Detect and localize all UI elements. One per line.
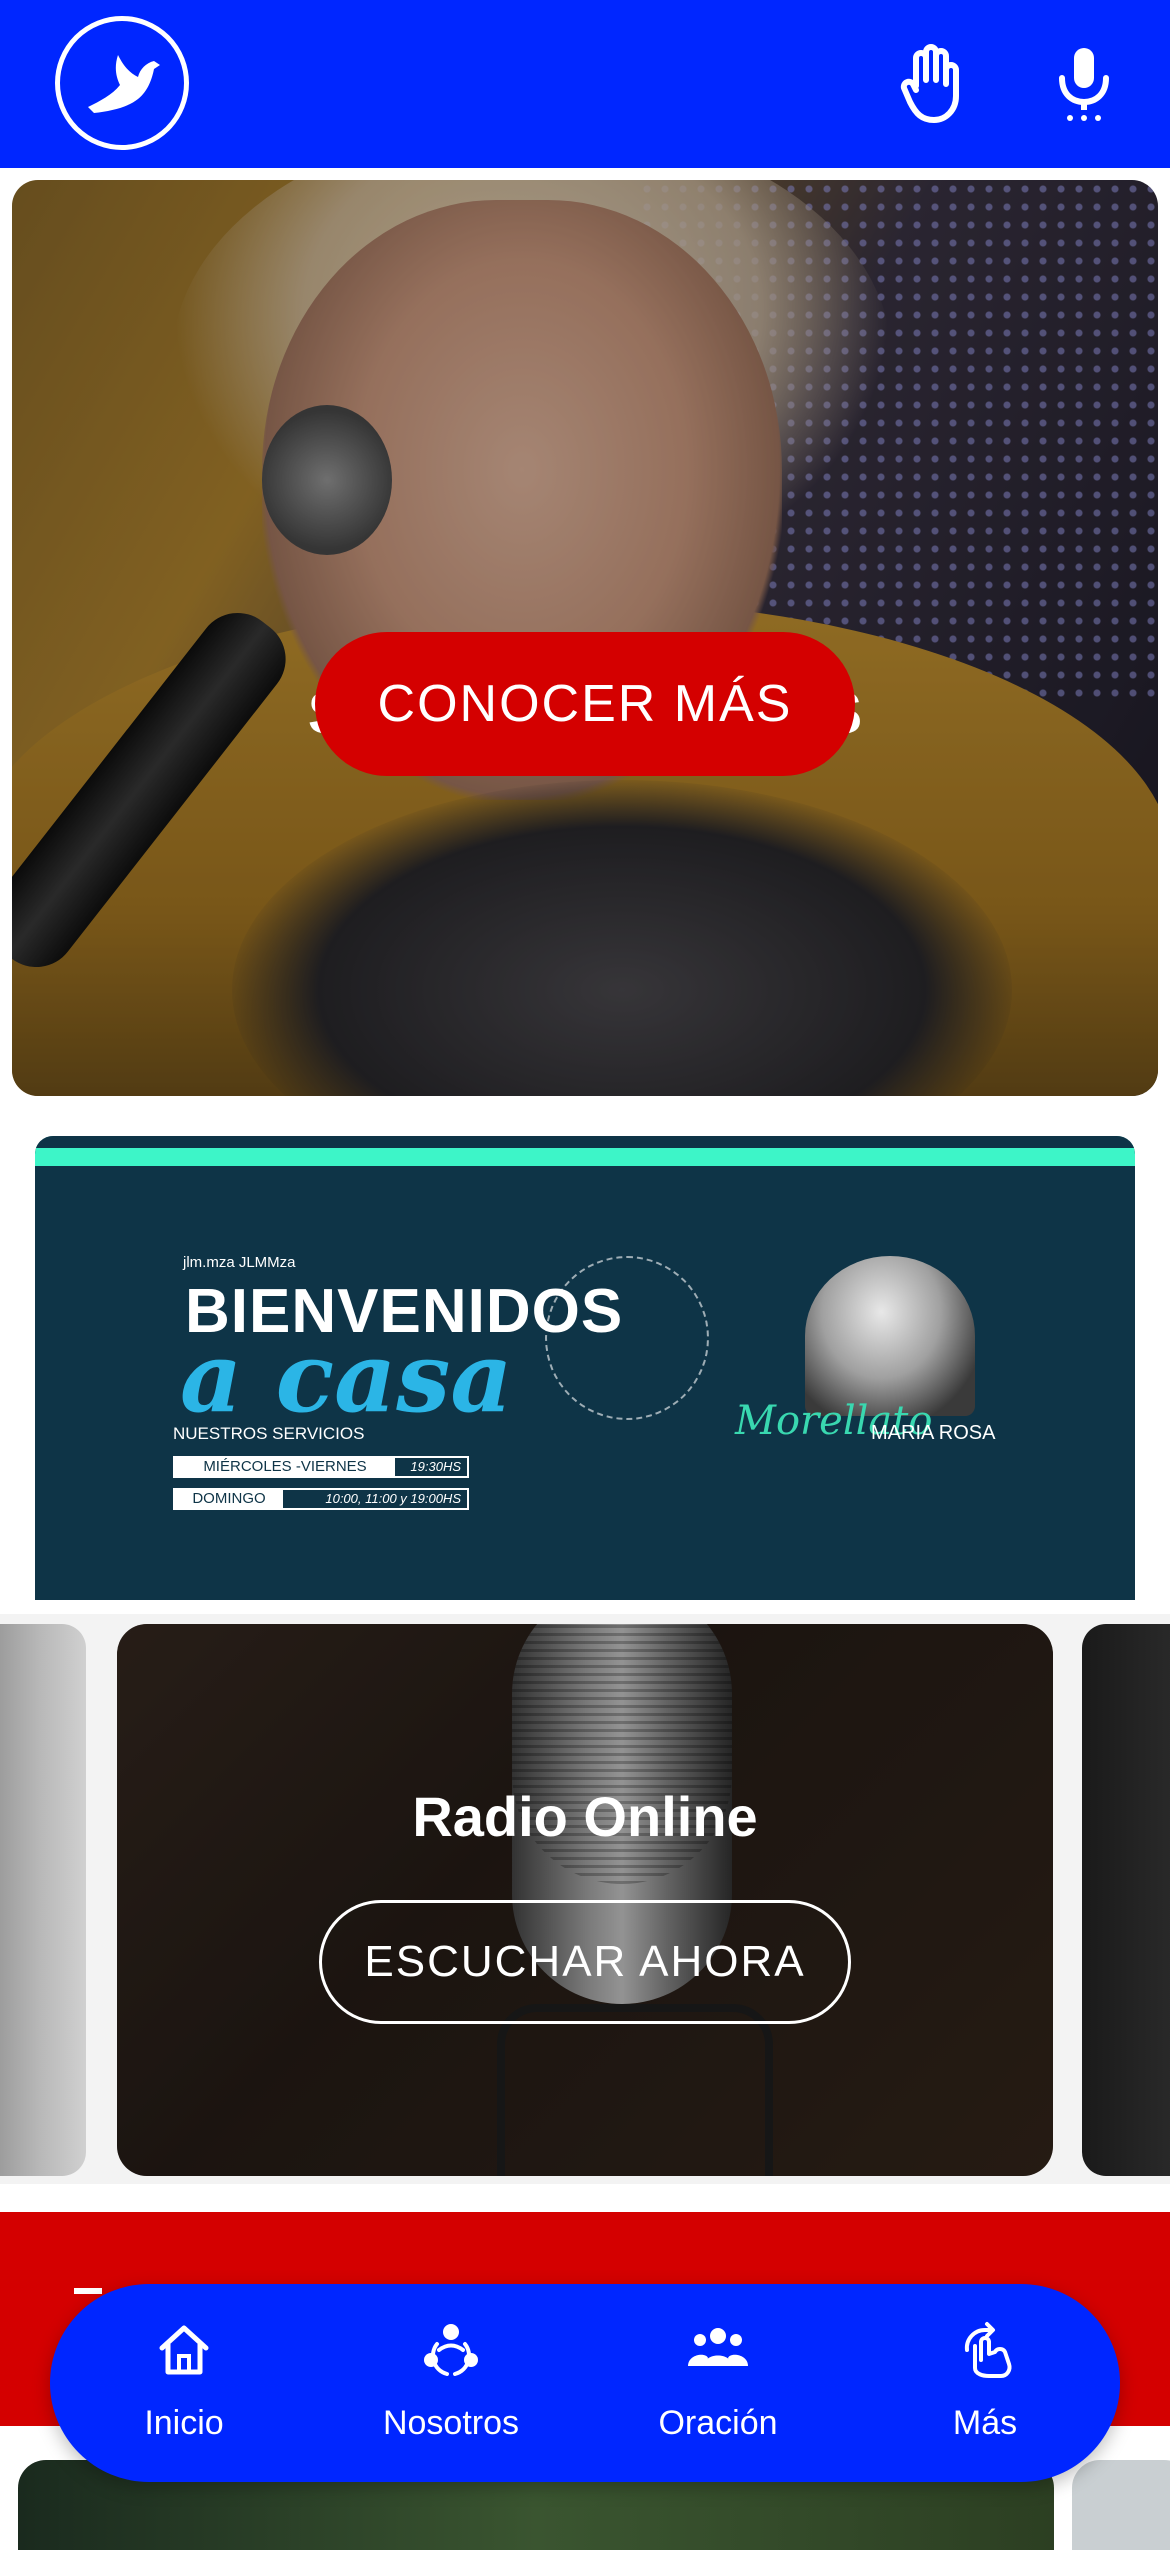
- service-time: 19:30HS: [410, 1459, 461, 1474]
- bottom-navigation: Inicio Nosotros Oración Más: [50, 2284, 1120, 2482]
- nav-item-inicio[interactable]: Inicio: [74, 2284, 294, 2482]
- group-icon: [688, 2328, 748, 2366]
- conocer-mas-button[interactable]: CONOCER MÁS: [315, 632, 855, 776]
- hero-slider[interactable]: SOBRE NOSOTROS CONOCER MÁS: [12, 180, 1158, 1096]
- banner-pastor-name: MARIA ROSA: [871, 1422, 996, 1444]
- nav-item-oracion[interactable]: Oración: [608, 2284, 828, 2482]
- home-icon: [159, 2325, 209, 2375]
- banner-script-text: a casa: [180, 1321, 513, 1434]
- service-time: 10:00, 11:00 y 19:00HS: [325, 1491, 461, 1506]
- carousel-card-prev[interactable]: [0, 1624, 86, 2176]
- nav-label-inicio: Inicio: [144, 2404, 224, 2442]
- raised-hand-icon[interactable]: [896, 44, 968, 124]
- microphone-icon[interactable]: [1048, 44, 1120, 124]
- banner-social-handles: jlm.mza JLMMza: [183, 1254, 296, 1271]
- nav-item-nosotros[interactable]: Nosotros: [341, 2284, 561, 2482]
- welcome-banner[interactable]: jlm.mza JLMMza BIENVENIDOS a casa NUESTR…: [35, 1136, 1135, 1600]
- banner-pastor-photo: [805, 1256, 975, 1416]
- radio-title: Radio Online: [412, 1785, 758, 1848]
- community-icon: [424, 2324, 478, 2376]
- ministry-ring-logo: [545, 1256, 709, 1420]
- banner-services-title: NUESTROS SERVICIOS: [173, 1424, 365, 1443]
- banner-top-edge: [35, 1136, 1135, 1148]
- nav-item-mas[interactable]: Más: [875, 2284, 1095, 2482]
- service-row: DOMINGO 10:00, 11:00 y 19:00HS: [173, 1488, 469, 1510]
- nav-label-nosotros: Nosotros: [382, 2404, 520, 2442]
- dove-logo-icon[interactable]: [55, 16, 189, 150]
- service-row: MIÉRCOLES -VIERNES 19:30HS: [173, 1456, 469, 1478]
- nav-label-mas: Más: [952, 2404, 1018, 2442]
- refresh-hand-icon: [964, 2322, 1012, 2378]
- service-day: MIÉRCOLES -VIERNES: [175, 1458, 395, 1476]
- escuchar-ahora-button[interactable]: ESCUCHAR AHORA: [319, 1900, 851, 2024]
- radio-online-card[interactable]: Radio Online ESCUCHAR AHORA: [117, 1624, 1053, 2176]
- carousel-card-next[interactable]: [1082, 1624, 1170, 2176]
- nav-label-oracion: Oración: [658, 2404, 778, 2442]
- service-day: DOMINGO: [175, 1490, 283, 1508]
